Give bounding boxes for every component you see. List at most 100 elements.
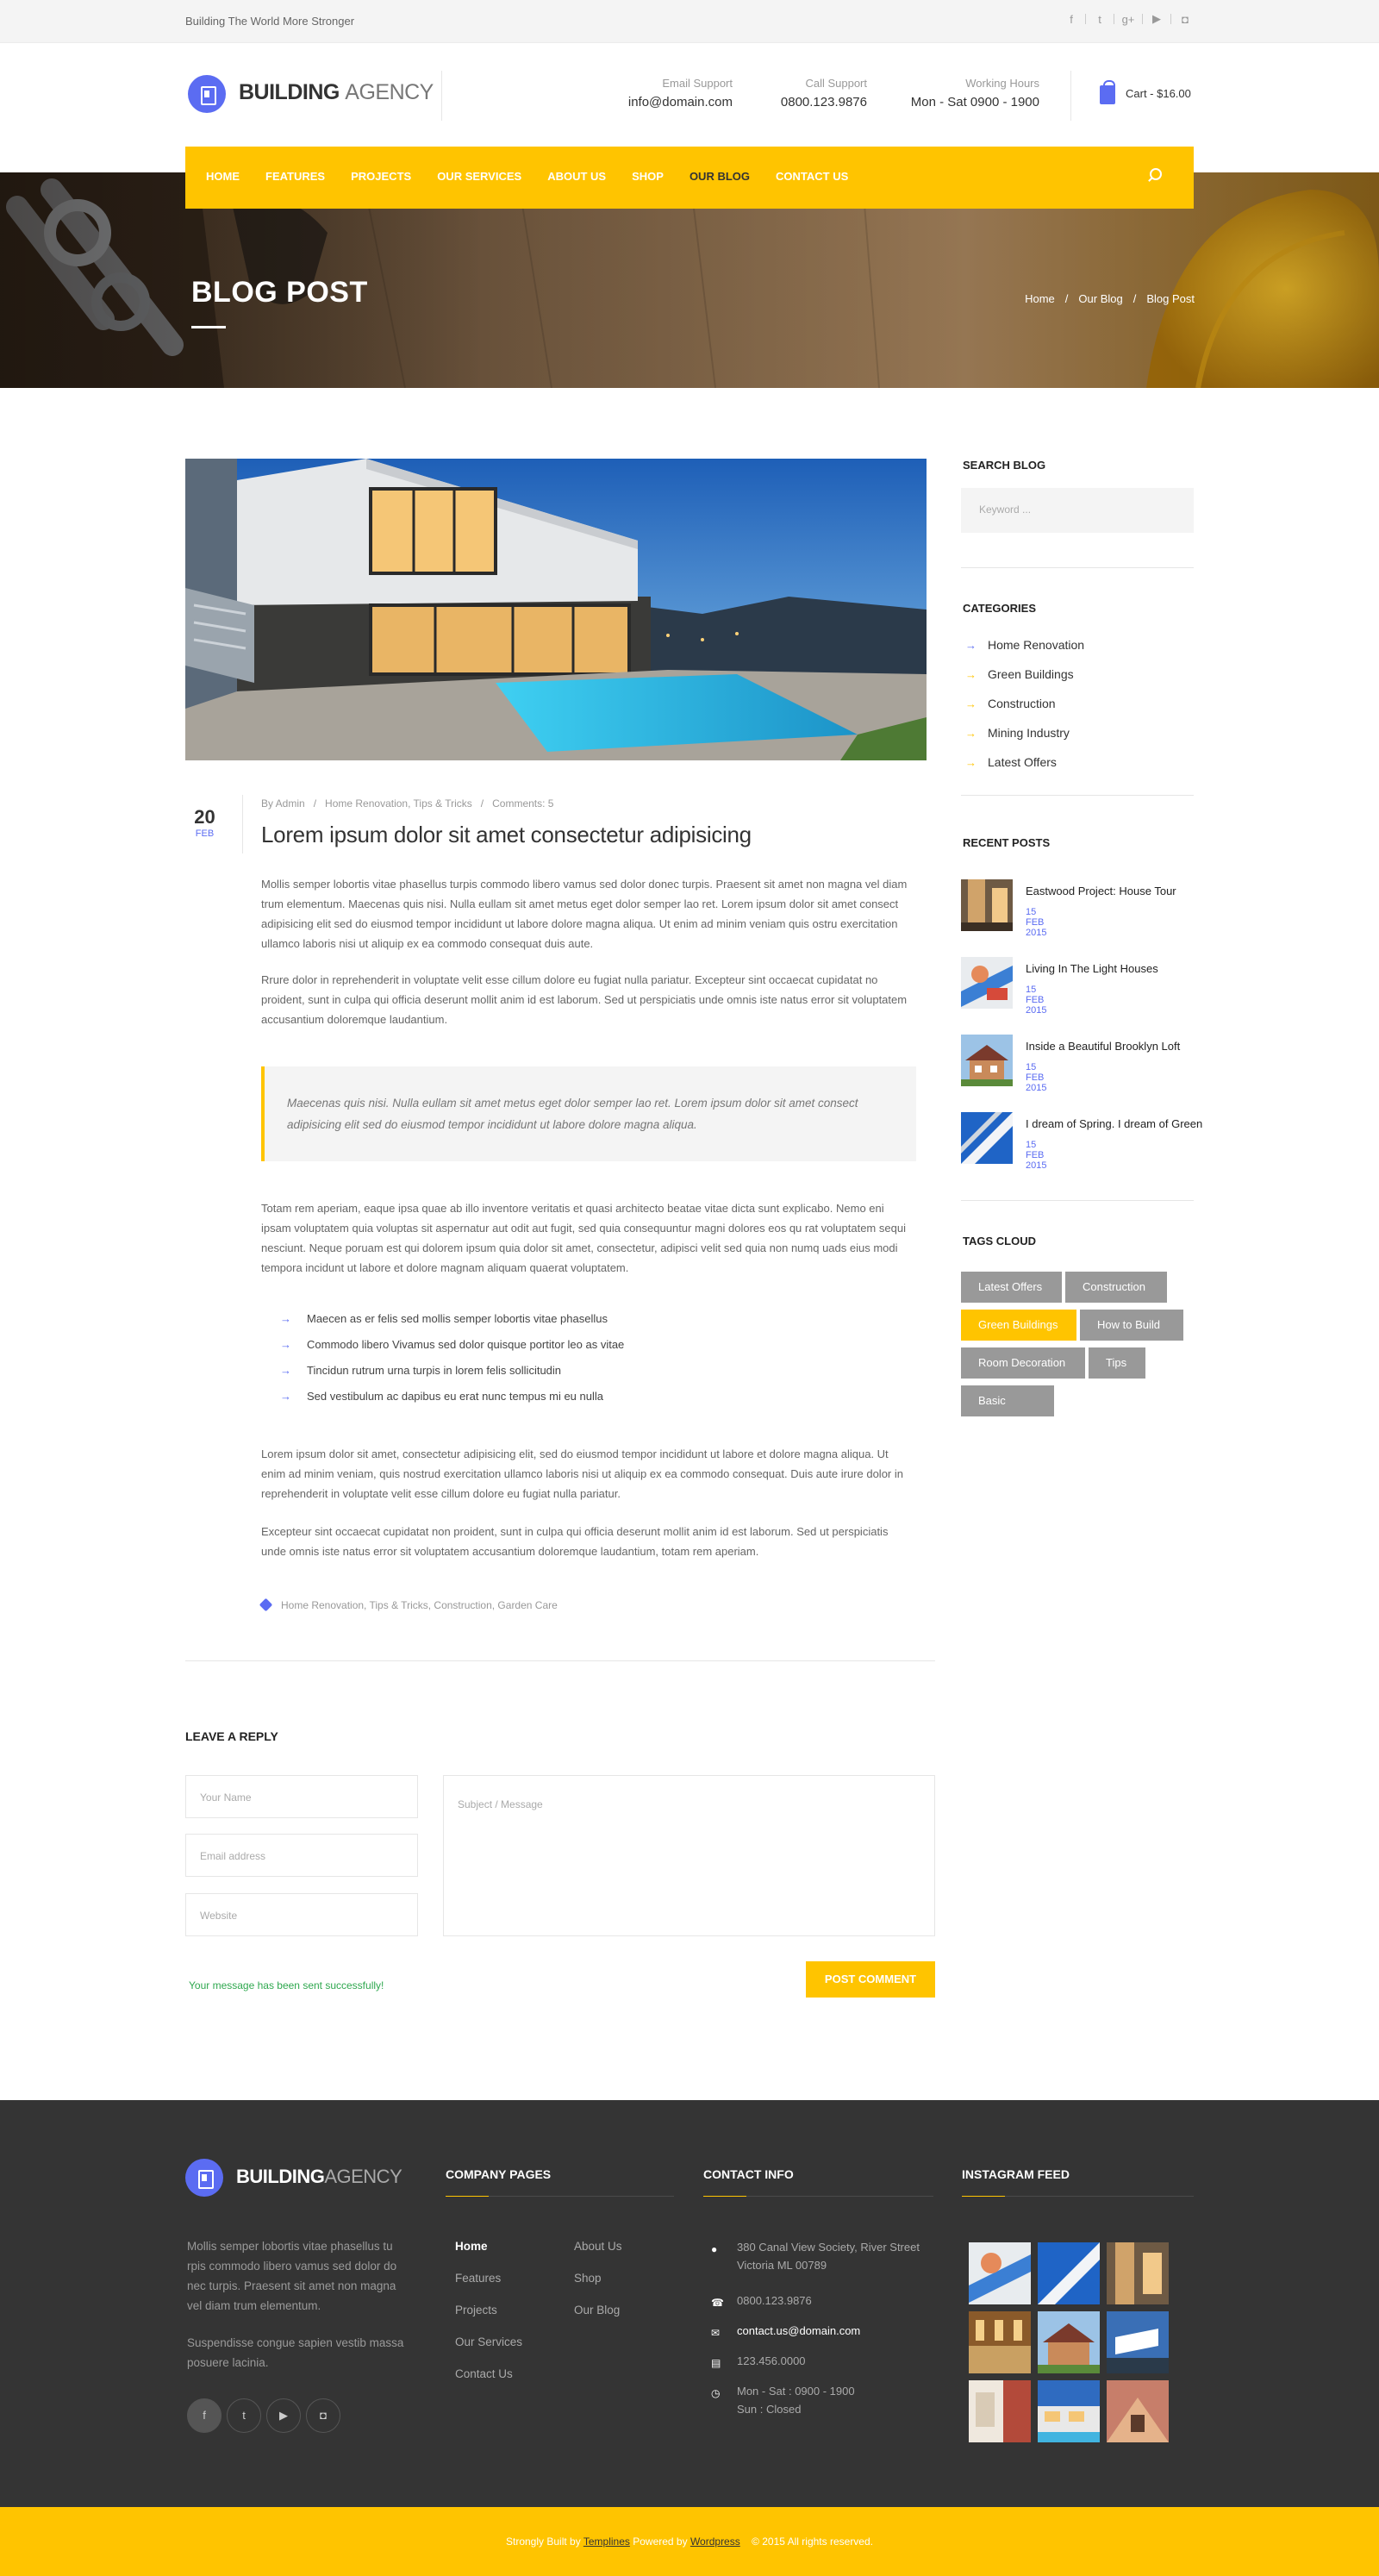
clock-icon: ◷ <box>711 2387 721 2399</box>
nav-shop[interactable]: SHOP <box>632 170 664 183</box>
recent-post-title[interactable]: Living In The Light Houses <box>1026 962 1232 975</box>
recent-post-date: 15 FEB 2015 <box>1026 1140 1047 1171</box>
categories-title: CATEGORIES <box>963 602 1036 615</box>
tag-latest-offers[interactable]: Latest Offers <box>961 1272 1062 1303</box>
footer-link-shop[interactable]: Shop <box>574 2272 602 2285</box>
post-categories[interactable]: Home Renovation, Tips & Tricks <box>325 797 472 810</box>
instagram-feed-title: INSTAGRAM FEED <box>962 2167 1070 2181</box>
tag-tips[interactable]: Tips <box>1089 1347 1145 1379</box>
footer-link-our-blog[interactable]: Our Blog <box>574 2304 620 2317</box>
post-comment-button[interactable]: POST COMMENT <box>806 1961 935 1998</box>
footer-link-features[interactable]: Features <box>455 2272 501 2285</box>
main-navigation: HOME FEATURES PROJECTS OUR SERVICES ABOU… <box>185 147 1194 209</box>
tag-green-buildings[interactable]: Green Buildings <box>961 1310 1076 1341</box>
sidebar-search-input[interactable]: Keyword ... <box>961 488 1194 533</box>
list-item: Commodo libero Vivamus sed dolor quisque… <box>280 1336 624 1362</box>
name-field[interactable]: Your Name <box>185 1775 418 1818</box>
recent-post-thumbnail[interactable] <box>961 1112 1013 1164</box>
instagram-photo[interactable] <box>1038 2311 1100 2373</box>
footer-link-our-services[interactable]: Our Services <box>455 2335 522 2348</box>
instagram-icon[interactable]: ◘ <box>1176 13 1194 26</box>
facebook-icon[interactable]: f <box>1063 13 1080 26</box>
instagram-photo[interactable] <box>1107 2242 1169 2304</box>
email-field[interactable]: Email address <box>185 1834 418 1877</box>
instagram-photo[interactable] <box>969 2311 1031 2373</box>
post-title: Lorem ipsum dolor sit amet consectetur a… <box>261 822 752 847</box>
tag-basic-tricks[interactable]: Basic Tricks <box>961 1385 1054 1438</box>
tag-construction[interactable]: Construction <box>1065 1272 1167 1303</box>
category-home-renovation[interactable]: Home Renovation <box>965 638 1084 652</box>
post-comments-count[interactable]: Comments: 5 <box>492 797 553 810</box>
nav-home[interactable]: HOME <box>206 170 240 183</box>
message-textarea[interactable]: Subject / Message <box>443 1775 935 1936</box>
logo-icon[interactable] <box>188 75 226 113</box>
footer-link-home[interactable]: Home <box>455 2240 488 2253</box>
google-plus-icon[interactable]: g+ <box>1120 13 1137 26</box>
tag-room-decoration[interactable]: Room Decoration <box>961 1347 1085 1379</box>
company-pages-title: COMPANY PAGES <box>446 2167 552 2181</box>
twitter-icon[interactable]: t <box>1091 13 1108 26</box>
tags-cloud-title: TAGS CLOUD <box>963 1235 1036 1247</box>
contact-info-title: CONTACT INFO <box>703 2167 794 2181</box>
post-author[interactable]: By Admin <box>261 797 305 810</box>
footer-logo-icon[interactable] <box>185 2159 223 2197</box>
contact-address: ● 380 Canal View Society, River Street Vi… <box>711 2241 920 2272</box>
footer-about-text: Mollis semper lobortis vitae phasellus t… <box>187 2240 397 2312</box>
category-latest-offers[interactable]: Latest Offers <box>965 755 1057 769</box>
footer-link-contact-us[interactable]: Contact Us <box>455 2367 513 2380</box>
instagram-photo[interactable] <box>1107 2311 1169 2373</box>
post-tags-list[interactable]: Home Renovation, Tips & Tricks, Construc… <box>281 1599 558 1611</box>
list-item: Sed vestibulum ac dapibus eu erat nunc t… <box>280 1388 624 1414</box>
search-icon[interactable] <box>1147 168 1162 182</box>
cart-icon[interactable] <box>1100 80 1115 104</box>
copyright-bar: Strongly Built by Templines Powered by W… <box>0 2507 1379 2576</box>
footer-facebook-icon[interactable]: f <box>187 2398 222 2433</box>
list-item: Maecen as er felis sed mollis semper lob… <box>280 1310 624 1336</box>
nav-contact-us[interactable]: CONTACT US <box>776 170 848 183</box>
fax-icon: ▤ <box>711 2357 721 2369</box>
site-footer: BUILDINGAGENCY Mollis semper lobortis vi… <box>0 2100 1379 2507</box>
category-green-buildings[interactable]: Green Buildings <box>965 667 1074 681</box>
cart-link[interactable]: Cart - $16.00 <box>1126 87 1191 100</box>
nav-our-services[interactable]: OUR SERVICES <box>437 170 521 183</box>
footer-about-text-2: Suspendisse congue sapien vestib massa p… <box>187 2336 404 2369</box>
recent-post-title[interactable]: Eastwood Project: House Tour <box>1026 885 1232 897</box>
nav-our-blog[interactable]: OUR BLOG <box>690 170 750 183</box>
youtube-icon[interactable]: ▶ <box>1148 12 1165 26</box>
breadcrumb-home[interactable]: Home <box>1025 292 1055 305</box>
instagram-photo[interactable] <box>1038 2380 1100 2442</box>
website-field[interactable]: Website <box>185 1893 418 1936</box>
post-featured-image <box>185 459 927 760</box>
logo-text[interactable]: BUILDING AGENCY <box>239 80 434 105</box>
instagram-photo[interactable] <box>969 2380 1031 2442</box>
templines-link[interactable]: Templines <box>583 2535 630 2548</box>
recent-post-date: 15 FEB 2015 <box>1026 907 1047 938</box>
call-support: Call Support 0800.123.9876 <box>780 77 867 109</box>
contact-email[interactable]: ✉ contact.us@domain.com <box>711 2322 860 2340</box>
footer-instagram-icon[interactable]: ◘ <box>306 2398 340 2433</box>
instagram-photo[interactable] <box>969 2242 1031 2304</box>
instagram-photo[interactable] <box>1038 2242 1100 2304</box>
footer-link-about-us[interactable]: About Us <box>574 2240 622 2253</box>
footer-twitter-icon[interactable]: t <box>227 2398 261 2433</box>
recent-post-title[interactable]: I dream of Spring. I dream of Green <box>1026 1117 1232 1130</box>
instagram-photo[interactable] <box>1107 2380 1169 2442</box>
recent-post-title[interactable]: Inside a Beautiful Brooklyn Loft <box>1026 1040 1232 1053</box>
top-bar: Building The World More Stronger f t g+ … <box>0 0 1379 43</box>
tag-how-to-build[interactable]: How to Build <box>1080 1310 1183 1341</box>
nav-about-us[interactable]: ABOUT US <box>547 170 606 183</box>
wordpress-link[interactable]: Wordpress <box>690 2535 740 2548</box>
nav-features[interactable]: FEATURES <box>265 170 325 183</box>
footer-logo-text[interactable]: BUILDINGAGENCY <box>236 2166 402 2188</box>
footer-youtube-icon[interactable]: ▶ <box>266 2398 301 2433</box>
breadcrumb-our-blog[interactable]: Our Blog <box>1078 292 1122 305</box>
recent-post-thumbnail[interactable] <box>961 879 1013 931</box>
recent-post-thumbnail[interactable] <box>961 1035 1013 1086</box>
category-mining-industry[interactable]: Mining Industry <box>965 726 1070 740</box>
top-social-links: f t g+ ▶ ◘ <box>1063 12 1194 26</box>
nav-projects[interactable]: PROJECTS <box>351 170 411 183</box>
phone-icon: ☎ <box>711 2297 724 2309</box>
category-construction[interactable]: Construction <box>965 697 1056 710</box>
recent-post-thumbnail[interactable] <box>961 957 1013 1009</box>
footer-link-projects[interactable]: Projects <box>455 2304 497 2317</box>
